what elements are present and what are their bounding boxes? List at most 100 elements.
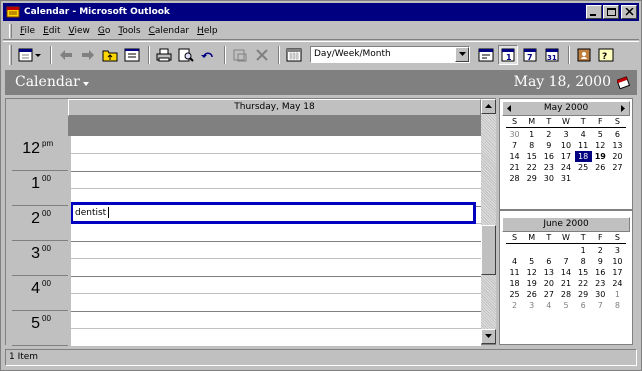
calendar-day-cell[interactable]: 10 <box>609 256 626 267</box>
calendar-day-cell[interactable]: 12 <box>592 140 609 151</box>
appointment-editor[interactable]: dentist <box>70 202 476 224</box>
calendar-day-cell[interactable]: 25 <box>506 289 523 300</box>
calendar-day-cell[interactable]: 20 <box>540 278 557 289</box>
week-view-toggle[interactable]: 7 <box>520 45 540 65</box>
calendar-day-cell[interactable]: 7 <box>557 256 574 267</box>
calendar-day-cell[interactable]: 2 <box>540 129 557 140</box>
calendar-day-cell[interactable]: 3 <box>523 300 540 311</box>
up-one-level-button[interactable] <box>100 45 120 65</box>
calendar-day-cell[interactable]: 3 <box>609 245 626 256</box>
calendar-day-cell[interactable]: 22 <box>523 162 540 173</box>
print-preview-button[interactable] <box>176 45 196 65</box>
print-button[interactable] <box>154 45 174 65</box>
day-column-header[interactable]: Thursday, May 18 <box>68 99 481 116</box>
calendar-day-cell[interactable]: 30 <box>592 289 609 300</box>
menu-edit[interactable]: Edit <box>39 26 64 36</box>
calendar-day-cell[interactable]: 25 <box>575 162 592 173</box>
calendar-day-cell[interactable]: 15 <box>575 267 592 278</box>
calendar-day-cell[interactable]: 9 <box>540 140 557 151</box>
calendar-day-cell[interactable]: 28 <box>557 289 574 300</box>
calendar-day-cell[interactable]: 11 <box>506 267 523 278</box>
move-to-folder-button[interactable] <box>230 45 250 65</box>
back-button[interactable] <box>56 45 76 65</box>
appointment-text-field[interactable]: dentist <box>75 207 110 218</box>
calendar-day-cell[interactable]: 2 <box>506 300 523 311</box>
calendar-day-cell[interactable]: 6 <box>609 129 626 140</box>
calendar-day-cell[interactable]: 8 <box>523 140 540 151</box>
calendar-day-cell[interactable]: 19 <box>592 151 609 162</box>
calendar-day-cell[interactable]: 5 <box>557 300 574 311</box>
calendar-day-cell[interactable]: 8 <box>609 300 626 311</box>
next-month-arrow-icon[interactable] <box>621 105 625 112</box>
day-view-toggle[interactable]: 1 <box>498 44 518 65</box>
menu-tools[interactable]: Tools <box>114 26 144 36</box>
all-day-events-area[interactable] <box>68 116 481 136</box>
calendar-day-cell[interactable]: 17 <box>609 267 626 278</box>
calendar-day-cell[interactable]: 4 <box>540 300 557 311</box>
menu-help[interactable]: Help <box>193 26 222 36</box>
menu-file[interactable]: File <box>16 26 39 36</box>
outlook-app-icon[interactable] <box>6 5 20 19</box>
calendar-day-cell[interactable]: 8 <box>575 256 592 267</box>
month-view-toggle[interactable]: 31 <box>542 45 562 65</box>
calendar-day-cell[interactable]: 21 <box>557 278 574 289</box>
calendar-day-cell[interactable]: 30 <box>540 173 557 184</box>
calendar-day-cell[interactable]: 29 <box>575 289 592 300</box>
toolbar-grip[interactable] <box>9 44 12 65</box>
folder-name[interactable]: Calendar <box>15 74 89 90</box>
calendar-day-cell[interactable]: 18 <box>574 151 592 162</box>
calendar-day-cell[interactable]: 13 <box>609 140 626 151</box>
calendar-day-cell[interactable]: 14 <box>557 267 574 278</box>
calendar-day-cell[interactable]: 6 <box>540 256 557 267</box>
calendar-day-cell[interactable]: 9 <box>592 256 609 267</box>
scroll-thumb[interactable] <box>481 225 496 275</box>
title-bar[interactable]: Calendar - Microsoft Outlook <box>3 3 639 21</box>
menu-go[interactable]: Go <box>94 26 115 36</box>
close-button[interactable] <box>621 5 637 19</box>
calendar-day-cell[interactable]: 12 <box>523 267 540 278</box>
calendar-day-cell[interactable]: 16 <box>592 267 609 278</box>
calendar-day-cell[interactable]: 1 <box>523 129 540 140</box>
calendar-day-cell[interactable]: 10 <box>557 140 574 151</box>
calendar-day-cell[interactable]: 24 <box>557 162 574 173</box>
calendar-day-cell[interactable]: 4 <box>575 129 592 140</box>
time-slots[interactable]: dentist <box>68 136 481 346</box>
calendar-day-cell[interactable]: 30 <box>506 129 523 140</box>
calendar-day-cell[interactable]: 2 <box>592 245 609 256</box>
scroll-up-button[interactable] <box>481 99 496 114</box>
previous-month-arrow-icon[interactable] <box>507 105 511 112</box>
day-view-scrollbar[interactable] <box>481 99 496 344</box>
calendar-day-cell[interactable]: 27 <box>609 162 626 173</box>
menu-calendar[interactable]: Calendar <box>145 26 193 36</box>
calendar-day-cell[interactable]: 1 <box>609 289 626 300</box>
forward-button[interactable] <box>78 45 98 65</box>
office-assistant-button[interactable]: ? <box>596 45 616 65</box>
calendar-day-cell[interactable]: 28 <box>506 173 523 184</box>
delete-button[interactable] <box>252 45 272 65</box>
view-selector-dropdown-button[interactable] <box>455 47 469 62</box>
minimize-button[interactable] <box>586 5 602 19</box>
calendar-day-cell[interactable]: 18 <box>506 278 523 289</box>
work-week-toggle[interactable] <box>476 45 496 65</box>
calendar-day-cell[interactable]: 26 <box>592 162 609 173</box>
maximize-button[interactable] <box>603 5 619 19</box>
calendar-day-cell[interactable]: 1 <box>575 245 592 256</box>
calendar-day-cell[interactable]: 3 <box>557 129 574 140</box>
calendar-day-cell[interactable]: 6 <box>575 300 592 311</box>
undo-button[interactable] <box>198 45 218 65</box>
calendar-day-cell[interactable]: 17 <box>557 151 574 162</box>
find-contact-button[interactable] <box>574 45 594 65</box>
view-selector[interactable]: Day/Week/Month <box>310 46 470 63</box>
calendar-day-cell[interactable]: 31 <box>557 173 574 184</box>
calendar-day-cell[interactable]: 23 <box>540 162 557 173</box>
folder-list-button[interactable] <box>122 45 142 65</box>
calendar-day-cell[interactable]: 7 <box>506 140 523 151</box>
calendar-day-cell[interactable]: 13 <box>540 267 557 278</box>
calendar-day-cell[interactable]: 26 <box>523 289 540 300</box>
calendar-day-cell[interactable]: 5 <box>592 129 609 140</box>
calendar-day-cell[interactable]: 23 <box>592 278 609 289</box>
calendar-day-cell[interactable]: 21 <box>506 162 523 173</box>
calendar-day-cell[interactable]: 29 <box>523 173 540 184</box>
calendar-day-cell[interactable]: 19 <box>523 278 540 289</box>
calendar-day-cell[interactable]: 27 <box>540 289 557 300</box>
